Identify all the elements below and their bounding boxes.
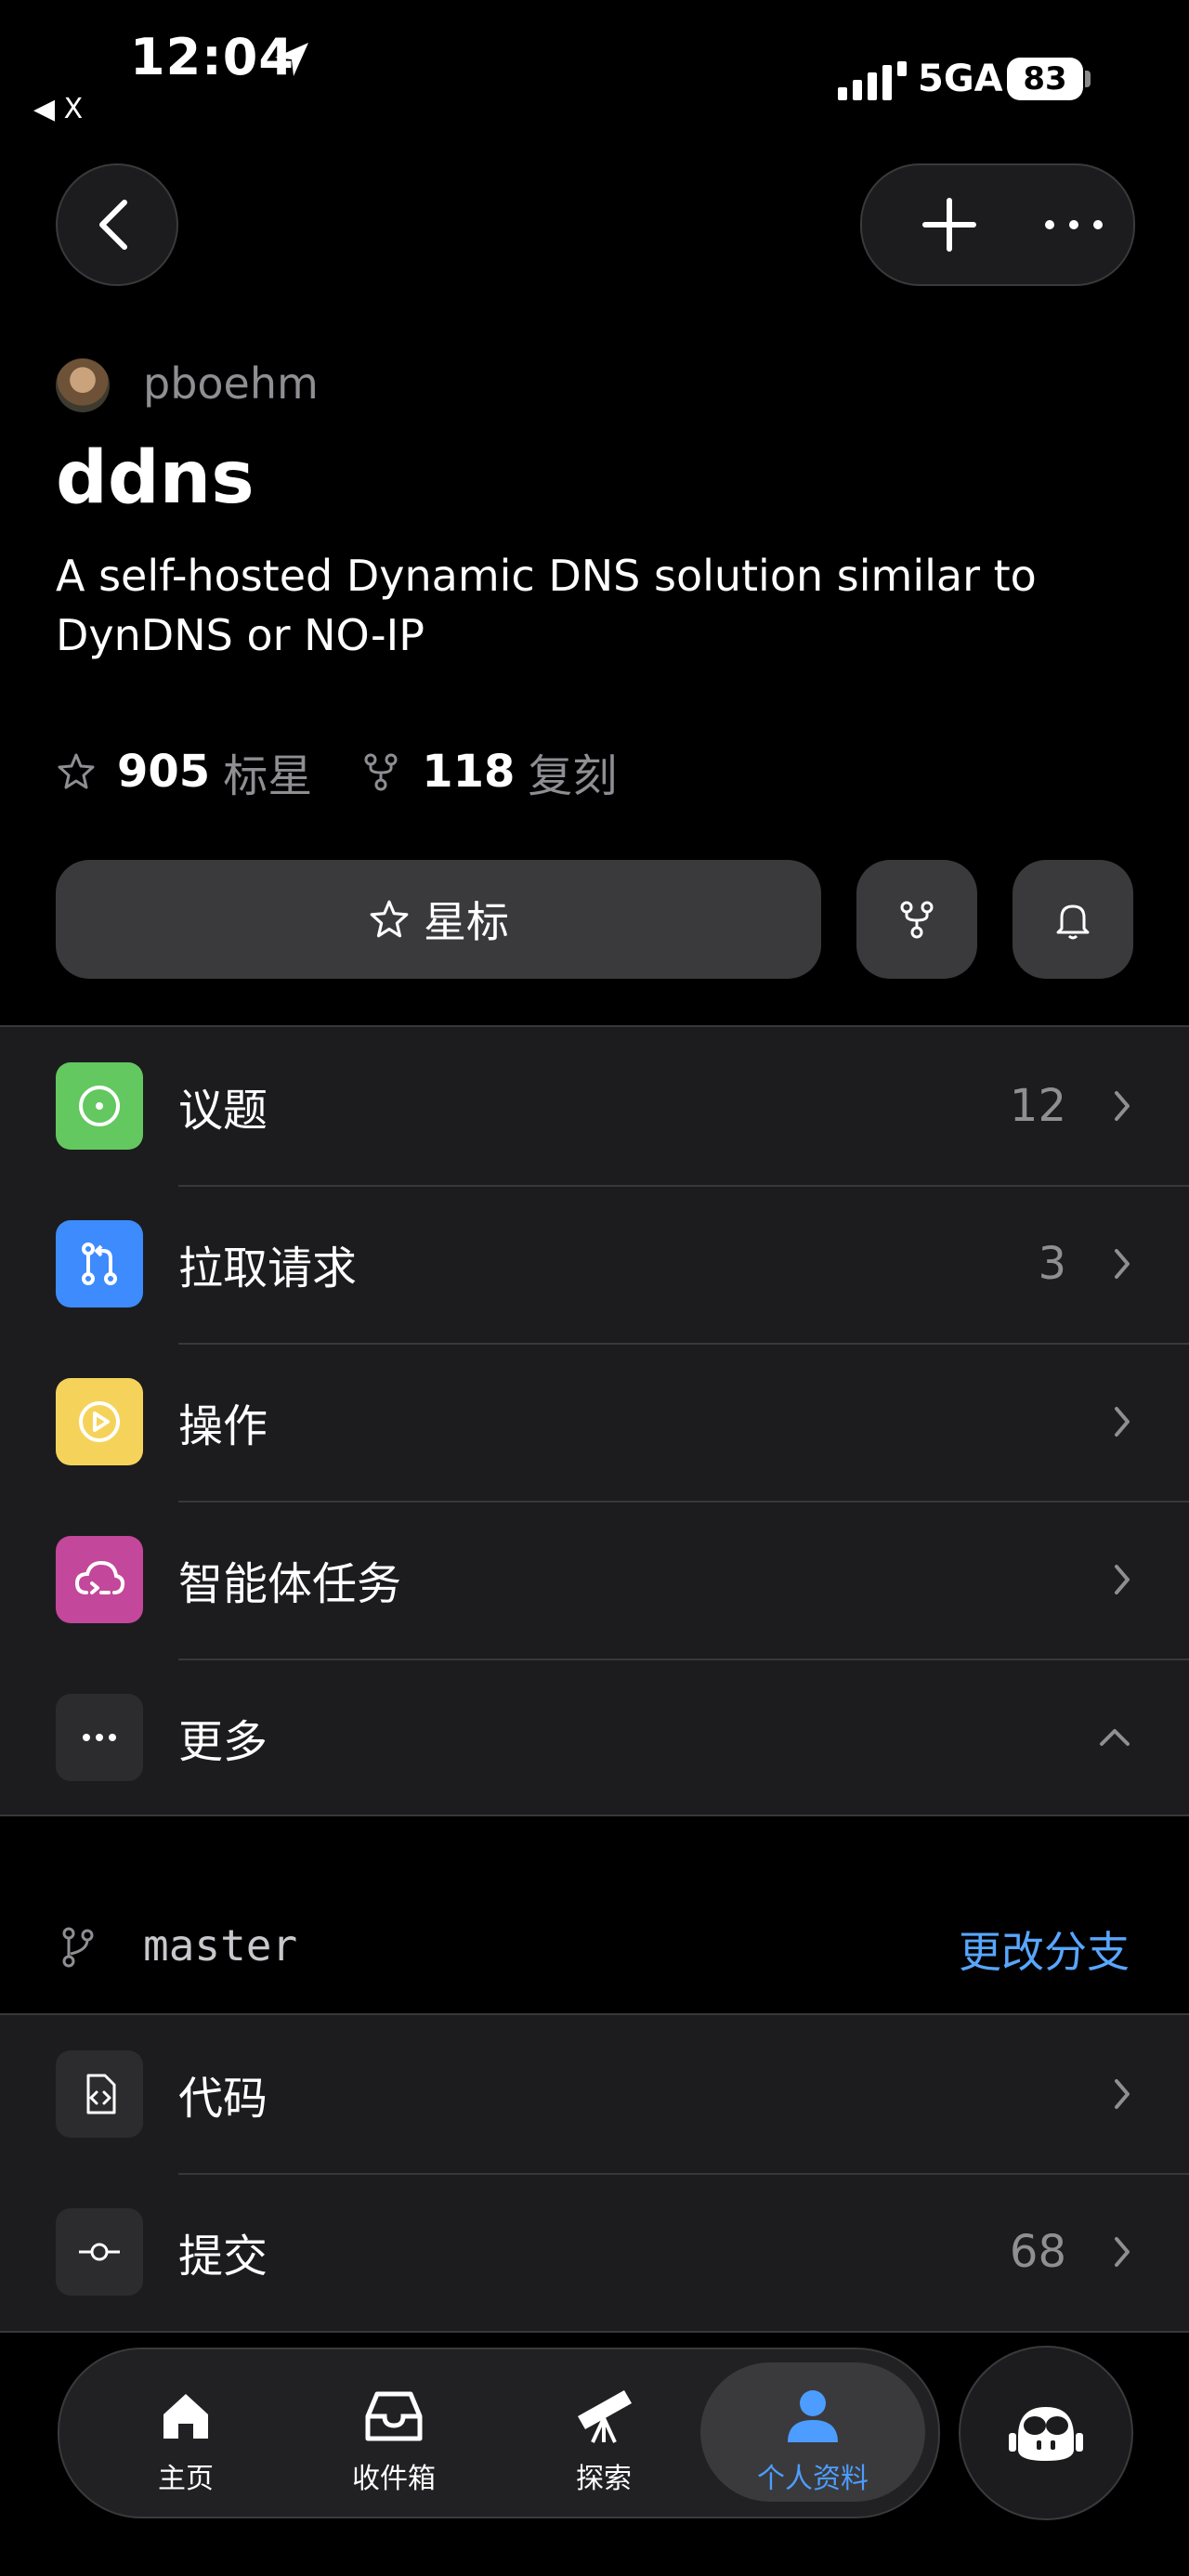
chevron-right-icon [1115, 1407, 1130, 1437]
issue-icon [56, 1062, 143, 1150]
more-dots-icon [56, 1694, 143, 1781]
tab-explore[interactable]: 探索 [511, 2362, 697, 2502]
menu-item-agent-tasks[interactable]: 智能体任务 [0, 1501, 1189, 1659]
inbox-icon [365, 2391, 423, 2441]
forks-label[interactable]: 复刻 [528, 739, 617, 804]
home-icon [163, 2394, 208, 2439]
code-file-icon [56, 2050, 143, 2138]
repo-name: ddns [56, 436, 255, 520]
star-button-label: 星标 [424, 897, 509, 947]
fork-button[interactable] [856, 860, 977, 979]
network-type: 5GA [918, 58, 1003, 100]
agent-cloud-icon [56, 1536, 143, 1623]
person-icon [788, 2390, 838, 2442]
repo-owner[interactable]: pboehm [143, 358, 319, 409]
menu-item-code[interactable]: 代码 [0, 2015, 1189, 2173]
menu-item-issues[interactable]: 议题 12 [0, 1027, 1189, 1185]
repo-menu: 议题 12 拉取请求 3 操作 智能体任务 更多 [0, 1025, 1189, 1816]
stars-count[interactable]: 905 [117, 746, 210, 798]
menu-item-label: 提交 [178, 2231, 268, 2283]
tab-inbox[interactable]: 收件箱 [301, 2362, 487, 2502]
back-to-app-link[interactable]: ◀ X [33, 93, 83, 125]
copilot-button[interactable] [959, 2346, 1133, 2520]
menu-item-count: 68 [1009, 2226, 1066, 2278]
chevron-right-icon [1115, 1249, 1130, 1279]
repo-stats: 905 标星 118 复刻 [56, 739, 617, 804]
bell-icon [1056, 904, 1090, 940]
star-button[interactable]: 星标 [56, 860, 821, 979]
menu-item-label: 代码 [178, 2073, 268, 2125]
branch-icon [62, 1927, 94, 1968]
tab-bar: 主页 收件箱 探索 个人资料 [58, 2348, 940, 2518]
tab-label: 主页 [158, 2463, 214, 2495]
menu-item-label: 议题 [178, 1085, 268, 1137]
code-menu: 代码 提交 68 [0, 2013, 1189, 2333]
branch-name: master [143, 1920, 298, 1971]
actions-play-icon [56, 1378, 143, 1465]
menu-item-label: 拉取请求 [178, 1242, 358, 1295]
owner-avatar[interactable] [56, 358, 110, 412]
fork-icon [900, 901, 934, 939]
location-arrow-icon [275, 43, 308, 76]
menu-item-actions[interactable]: 操作 [0, 1343, 1189, 1501]
tab-label: 个人资料 [757, 2463, 869, 2495]
more-icon[interactable] [1014, 165, 1133, 284]
battery-icon: 83 [1007, 58, 1083, 100]
forks-count[interactable]: 118 [422, 746, 515, 798]
chevron-up-icon [1100, 1729, 1130, 1746]
menu-item-label: 智能体任务 [178, 1558, 402, 1610]
tab-profile[interactable]: 个人资料 [700, 2362, 925, 2502]
chevron-right-icon [1115, 2237, 1130, 2267]
commit-icon [56, 2208, 143, 2296]
chevron-right-icon [1115, 1091, 1130, 1121]
watch-button[interactable] [1013, 860, 1133, 979]
chevron-left-icon [99, 200, 127, 250]
status-time: 12:04 [130, 28, 294, 86]
star-icon [370, 900, 409, 938]
signal-icon [838, 61, 907, 100]
add-icon[interactable] [890, 165, 1009, 284]
menu-item-pull-requests[interactable]: 拉取请求 3 [0, 1185, 1189, 1343]
change-branch-link[interactable]: 更改分支 [959, 1919, 1130, 1980]
menu-item-count: 12 [1009, 1080, 1066, 1132]
menu-item-commits[interactable]: 提交 68 [0, 2173, 1189, 2331]
menu-item-label: 操作 [178, 1400, 268, 1452]
menu-item-more[interactable]: 更多 [0, 1659, 1189, 1816]
tab-label: 收件箱 [352, 2463, 436, 2495]
telescope-icon [578, 2390, 632, 2443]
battery-cap [1085, 71, 1091, 87]
tab-label: 探索 [576, 2463, 632, 2495]
copilot-icon [1009, 2407, 1083, 2461]
stars-label[interactable]: 标星 [223, 739, 312, 804]
menu-item-count: 3 [1038, 1238, 1066, 1290]
pull-request-icon [56, 1220, 143, 1308]
nav-actions-group [860, 163, 1135, 286]
menu-item-label: 更多 [178, 1716, 268, 1768]
repo-description: A self-hosted Dynamic DNS solution simil… [56, 551, 1037, 660]
star-outline-icon [58, 753, 95, 789]
chevron-right-icon [1115, 1565, 1130, 1594]
chevron-right-icon [1115, 2079, 1130, 2109]
tab-home[interactable]: 主页 [93, 2362, 279, 2502]
battery-level: 83 [1023, 60, 1067, 98]
fork-icon [364, 753, 398, 791]
back-button[interactable] [56, 163, 178, 286]
